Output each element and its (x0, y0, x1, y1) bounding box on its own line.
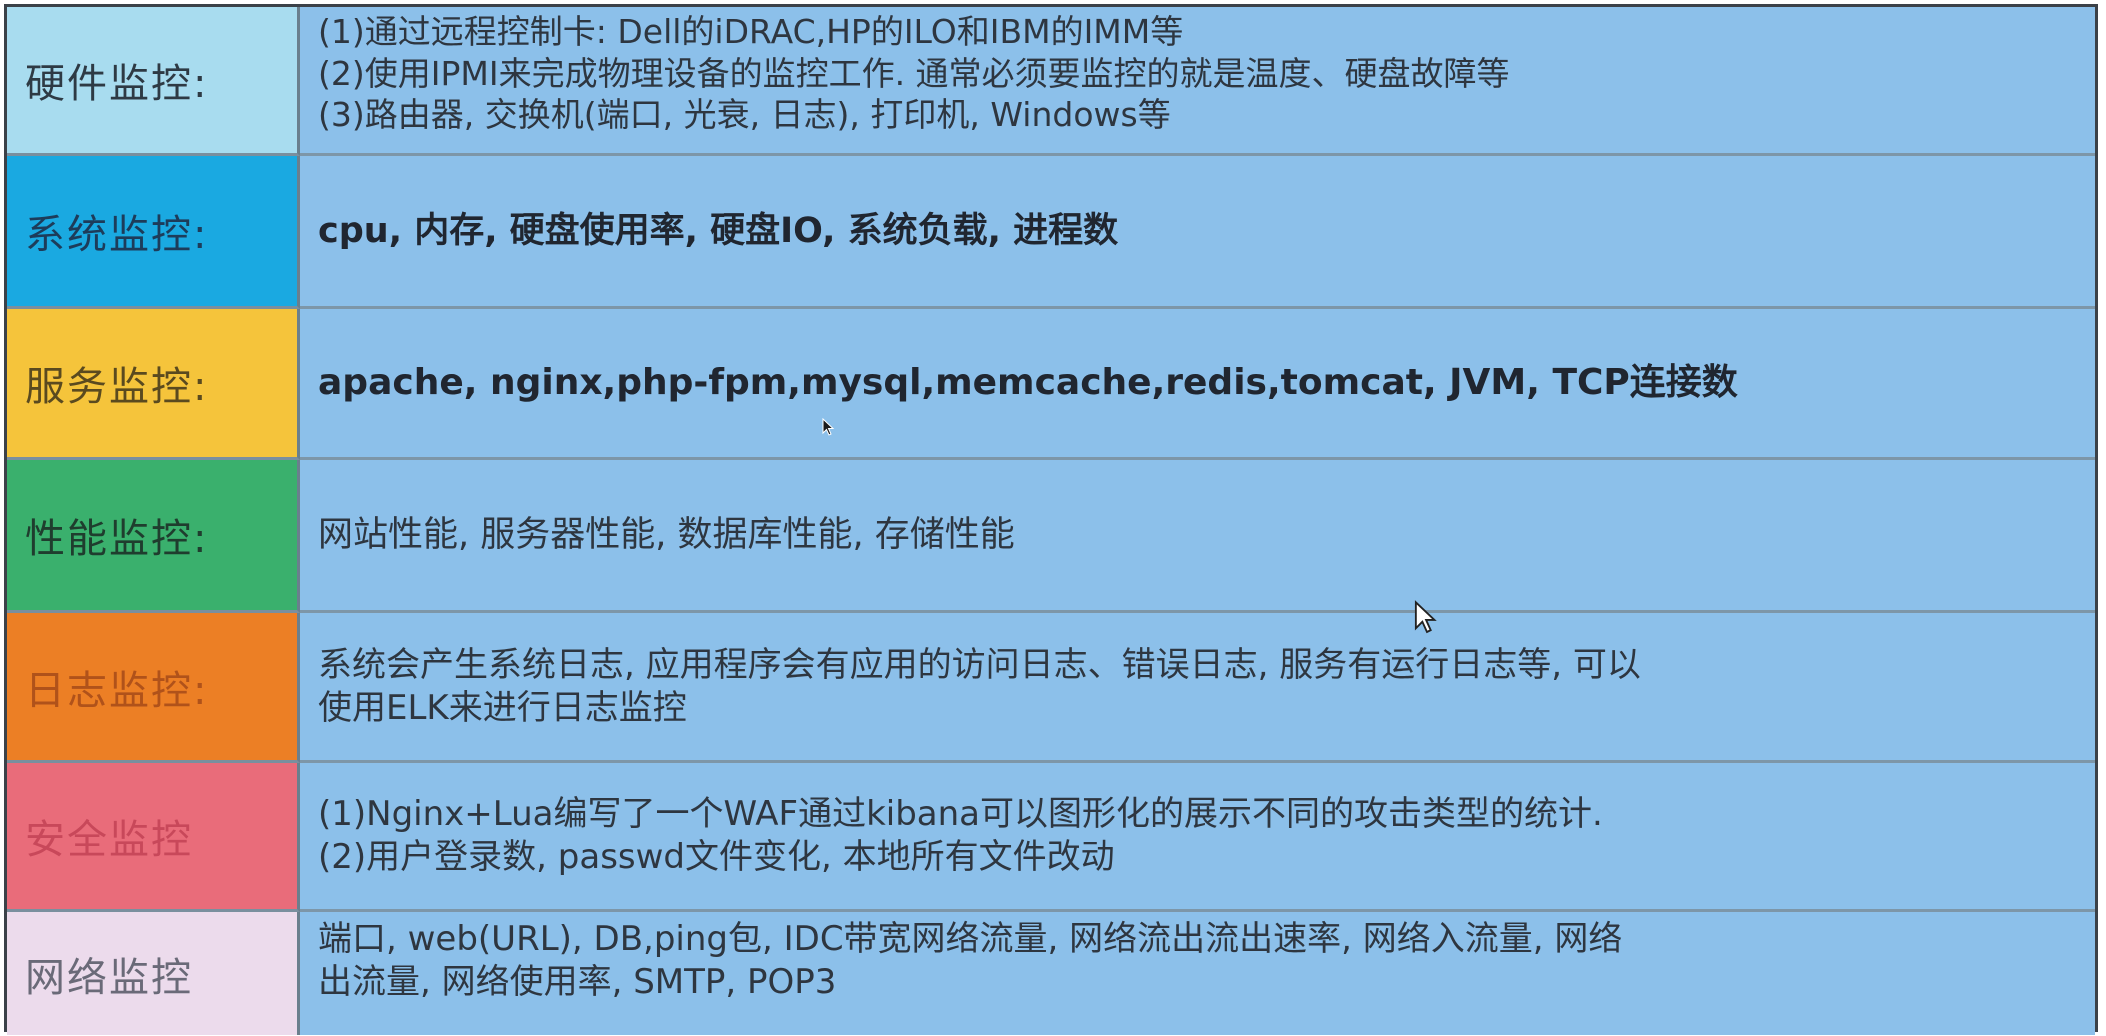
row-label-hardware: 硬件监控: (7, 7, 300, 156)
content-line: cpu, 内存, 硬盘使用率, 硬盘IO, 系统负载, 进程数 (318, 210, 1119, 251)
row-content-service: apache, nginx,php-fpm,mysql,memcache,red… (300, 309, 2095, 460)
row-content-system: cpu, 内存, 硬盘使用率, 硬盘IO, 系统负载, 进程数 (300, 156, 2095, 309)
row-content-log: 系统会产生系统日志, 应用程序会有应用的访问日志、错误日志, 服务有运行日志等,… (300, 613, 2095, 763)
mouse-cursor-icon (822, 418, 835, 436)
row-label-security: 安全监控 (7, 763, 300, 912)
content-line: 网站性能, 服务器性能, 数据库性能, 存储性能 (318, 514, 1015, 555)
row-label-log: 日志监控: (7, 613, 300, 763)
content-line: 使用ELK来进行日志监控 (318, 687, 687, 728)
content-line: 出流量, 网络使用率, SMTP, POP3 (318, 961, 837, 1002)
content-line: apache, nginx,php-fpm,mysql,memcache,red… (318, 362, 1738, 404)
content-line: (2)使用IPMI来完成物理设备的监控工作. 通常必须要监控的就是温度、硬盘故障… (318, 53, 1510, 93)
row-label-network: 网络监控 (7, 912, 300, 1035)
monitoring-table: 硬件监控: (1)通过远程控制卡: Dell的iDRAC,HP的ILO和IBM的… (4, 4, 2098, 1035)
mouse-cursor-icon (1414, 600, 1437, 634)
content-line: (1)通过远程控制卡: Dell的iDRAC,HP的ILO和IBM的IMM等 (318, 12, 1184, 51)
row-label-performance: 性能监控: (7, 460, 300, 613)
row-content-hardware: (1)通过远程控制卡: Dell的iDRAC,HP的ILO和IBM的IMM等 (… (300, 7, 2095, 156)
row-content-performance: 网站性能, 服务器性能, 数据库性能, 存储性能 (300, 460, 2095, 613)
row-label-service: 服务监控: (7, 309, 300, 460)
content-line: (3)路由器, 交换机(端口, 光衰, 日志), 打印机, Windows等 (318, 95, 1171, 135)
content-line: (1)Nginx+Lua编写了一个WAF通过kibana可以图形化的展示不同的攻… (318, 794, 1603, 835)
content-line: 端口, web(URL), DB,ping包, IDC带宽网络流量, 网络流出流… (318, 919, 1623, 959)
content-line: (2)用户登录数, passwd文件变化, 本地所有文件改动 (318, 837, 1115, 877)
row-content-network: 端口, web(URL), DB,ping包, IDC带宽网络流量, 网络流出流… (300, 912, 2095, 1035)
content-line: 系统会产生系统日志, 应用程序会有应用的访问日志、错误日志, 服务有运行日志等,… (318, 644, 1641, 685)
row-content-security: (1)Nginx+Lua编写了一个WAF通过kibana可以图形化的展示不同的攻… (300, 763, 2095, 912)
row-label-system: 系统监控: (7, 156, 300, 309)
